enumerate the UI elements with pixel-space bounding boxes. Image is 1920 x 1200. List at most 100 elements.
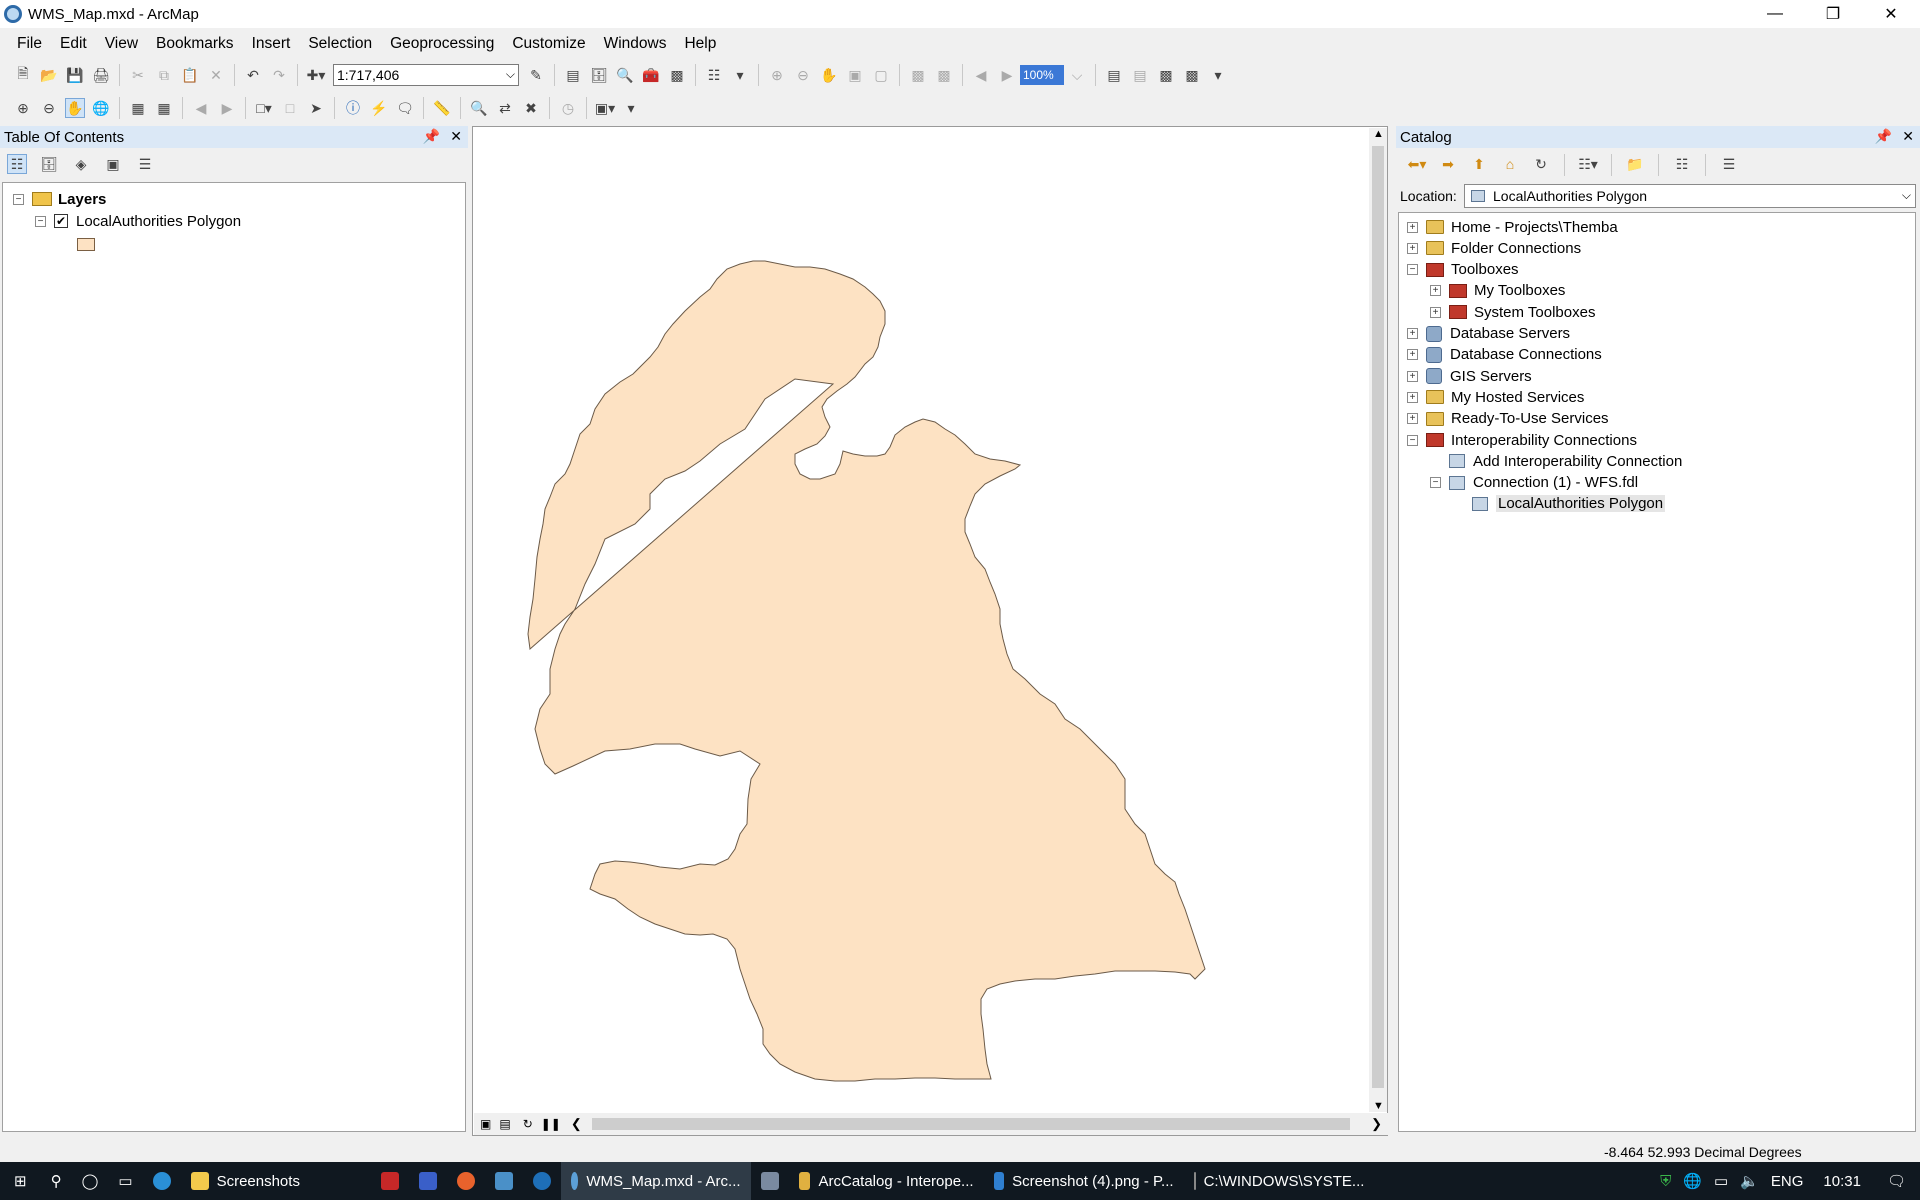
fixed-zoom-in-icon[interactable]: ▦ [128, 98, 148, 118]
layers-root-row[interactable]: − Layers [13, 189, 106, 209]
collapse-icon[interactable]: − [13, 193, 24, 205]
zoom-whole-page-icon[interactable]: ▣ [845, 65, 865, 85]
layer-row[interactable]: − ✔ LocalAuthorities Polygon [35, 211, 241, 231]
identify-icon[interactable]: ⓘ [343, 98, 363, 118]
menu-edit[interactable]: Edit [51, 35, 96, 53]
catalog-tree-item[interactable]: − Connection (1) - WFS.fdl [1430, 473, 1638, 493]
catalog-tree-item[interactable]: − Toolboxes [1407, 260, 1519, 280]
catalog-tree-item[interactable]: − Interoperability Connections [1407, 430, 1637, 450]
zoom-out-icon[interactable]: ⊖ [39, 98, 59, 118]
menu-view[interactable]: View [96, 35, 147, 53]
table-of-contents-icon[interactable]: ▤ [563, 65, 583, 85]
list-by-selection-icon[interactable]: ▣ [103, 154, 123, 174]
back-extent-icon[interactable]: ◀ [971, 65, 991, 85]
data-driven-pages-icon[interactable]: ▩ [1182, 65, 1202, 85]
python-window-icon[interactable]: ▩ [667, 65, 687, 85]
toolbar-overflow-icon[interactable]: ▾ [730, 65, 750, 85]
app-icon[interactable] [485, 1162, 523, 1200]
fixed-zoom-out-icon[interactable]: ▩ [934, 65, 954, 85]
expand-icon[interactable]: + [1430, 306, 1441, 318]
open-icon[interactable]: 📂 [39, 65, 59, 85]
hyperlink-icon[interactable]: ⚡ [369, 98, 389, 118]
toc-options-icon[interactable]: ☰ [135, 154, 155, 174]
views-icon[interactable]: ☷▾ [1578, 154, 1598, 174]
collapse-icon[interactable]: − [1407, 434, 1418, 446]
collapse-icon[interactable]: − [35, 215, 46, 227]
expand-icon[interactable]: + [1407, 242, 1418, 254]
taskbar-item-cmd[interactable]: C:\WINDOWS\SYSTE... [1184, 1162, 1364, 1200]
layout-zoom-percent[interactable]: 100% [1020, 65, 1064, 85]
minimize-button[interactable]: — [1746, 0, 1804, 28]
pan-icon[interactable]: ✋ [65, 98, 85, 118]
close-button[interactable]: ✕ [1862, 0, 1920, 28]
save-icon[interactable]: 💾 [65, 65, 85, 85]
scroll-left-icon[interactable]: ❮ [571, 1116, 582, 1132]
next-extent-icon[interactable]: ▶ [217, 98, 237, 118]
list-by-visibility-icon[interactable]: ◈ [71, 154, 91, 174]
home-icon[interactable]: ⌂ [1500, 154, 1520, 174]
catalog-tree-item[interactable]: + My Toolboxes [1430, 281, 1565, 301]
catalog-tree-item[interactable]: + Home - Projects\Themba [1407, 217, 1618, 237]
menu-bookmarks[interactable]: Bookmarks [147, 35, 243, 53]
undo-icon[interactable]: ↶ [243, 65, 263, 85]
print-icon[interactable]: 🖨 [91, 65, 111, 85]
find-icon[interactable]: 🔍 [469, 98, 489, 118]
map-vertical-scrollbar[interactable]: ▲ ▼ [1369, 128, 1387, 1112]
storm-app-icon[interactable] [751, 1162, 789, 1200]
search-icon[interactable]: ⚲ [41, 1162, 72, 1200]
horizontal-scroll-thumb[interactable] [592, 1118, 1350, 1130]
create-viewer-window-icon[interactable]: ▣▾ [595, 98, 615, 118]
catalog-tree-item[interactable]: Add Interoperability Connection [1430, 451, 1682, 471]
catalog-window-icon[interactable]: 🗄 [589, 65, 609, 85]
close-icon[interactable]: ✕ [1902, 128, 1914, 145]
task-view-icon[interactable]: ▭ [108, 1162, 142, 1200]
menu-file[interactable]: File [8, 35, 51, 53]
select-elements-icon[interactable]: ➤ [306, 98, 326, 118]
clock[interactable]: 10:31 [1823, 1173, 1861, 1190]
arctoolbox-icon[interactable]: 🧰 [641, 65, 661, 85]
up-one-level-icon[interactable]: ⬆ [1469, 154, 1489, 174]
previous-extent-icon[interactable]: ◀ [191, 98, 211, 118]
taskbar-item-arccatalog[interactable]: ArcCatalog - Interope... [789, 1162, 984, 1200]
go-to-xy-icon[interactable]: ✖ [521, 98, 541, 118]
toolbar-overflow-icon[interactable]: ▾ [621, 98, 641, 118]
menu-selection[interactable]: Selection [299, 35, 381, 53]
layout-zoom-out-icon[interactable]: ⊖ [793, 65, 813, 85]
change-layout-icon[interactable]: ▩ [1156, 65, 1176, 85]
expand-icon[interactable]: + [1407, 391, 1418, 403]
pin-icon[interactable]: 📌 [1875, 128, 1892, 145]
collapse-icon[interactable]: − [1430, 477, 1441, 489]
network-icon[interactable]: ▭ [1714, 1172, 1728, 1190]
focus-data-frame-icon[interactable]: ▤ [1130, 65, 1150, 85]
redo-icon[interactable]: ↷ [269, 65, 289, 85]
forward-arrow-icon[interactable]: ➡ [1438, 154, 1458, 174]
expand-icon[interactable]: + [1407, 221, 1418, 233]
model-builder-icon[interactable]: ☷ [704, 65, 724, 85]
scroll-down-icon[interactable]: ▼ [1373, 1100, 1384, 1112]
map-view[interactable] [472, 126, 1388, 1136]
fixed-zoom-in-icon[interactable]: ▩ [908, 65, 928, 85]
collapse-icon[interactable]: − [1407, 264, 1418, 276]
data-view-icon[interactable]: ▣ [480, 1117, 491, 1131]
taskbar-item-paint[interactable]: Screenshot (4).png - P... [984, 1162, 1184, 1200]
layer-symbol-row[interactable] [77, 234, 95, 254]
firefox-icon[interactable] [447, 1162, 485, 1200]
notifications-icon[interactable]: 🗨 [1887, 1172, 1906, 1190]
globe-icon[interactable]: 🌐 [1683, 1172, 1702, 1190]
list-by-drawing-order-icon[interactable]: ☷ [7, 154, 27, 174]
volume-icon[interactable]: 🔈 [1740, 1172, 1759, 1190]
layout-view-icon[interactable]: ▤ [499, 1117, 510, 1131]
expand-icon[interactable]: + [1407, 328, 1418, 339]
language-indicator[interactable]: ENG [1771, 1173, 1804, 1190]
chevron-down-icon[interactable]: ⌵ [1902, 188, 1911, 203]
cortana-icon[interactable]: ◯ [72, 1162, 109, 1200]
pin-icon[interactable]: 📌 [423, 128, 440, 145]
expand-icon[interactable]: + [1407, 349, 1418, 361]
search-window-icon[interactable]: 🔍 [615, 65, 635, 85]
refresh-icon[interactable]: ↻ [523, 1117, 533, 1131]
catalog-tree-item[interactable]: + System Toolboxes [1430, 302, 1595, 322]
zoom-in-icon[interactable]: ⊕ [13, 98, 33, 118]
paste-icon[interactable]: 📋 [180, 65, 200, 85]
start-icon[interactable]: ⊞ [0, 1162, 41, 1200]
forward-extent-icon[interactable]: ▶ [997, 65, 1017, 85]
